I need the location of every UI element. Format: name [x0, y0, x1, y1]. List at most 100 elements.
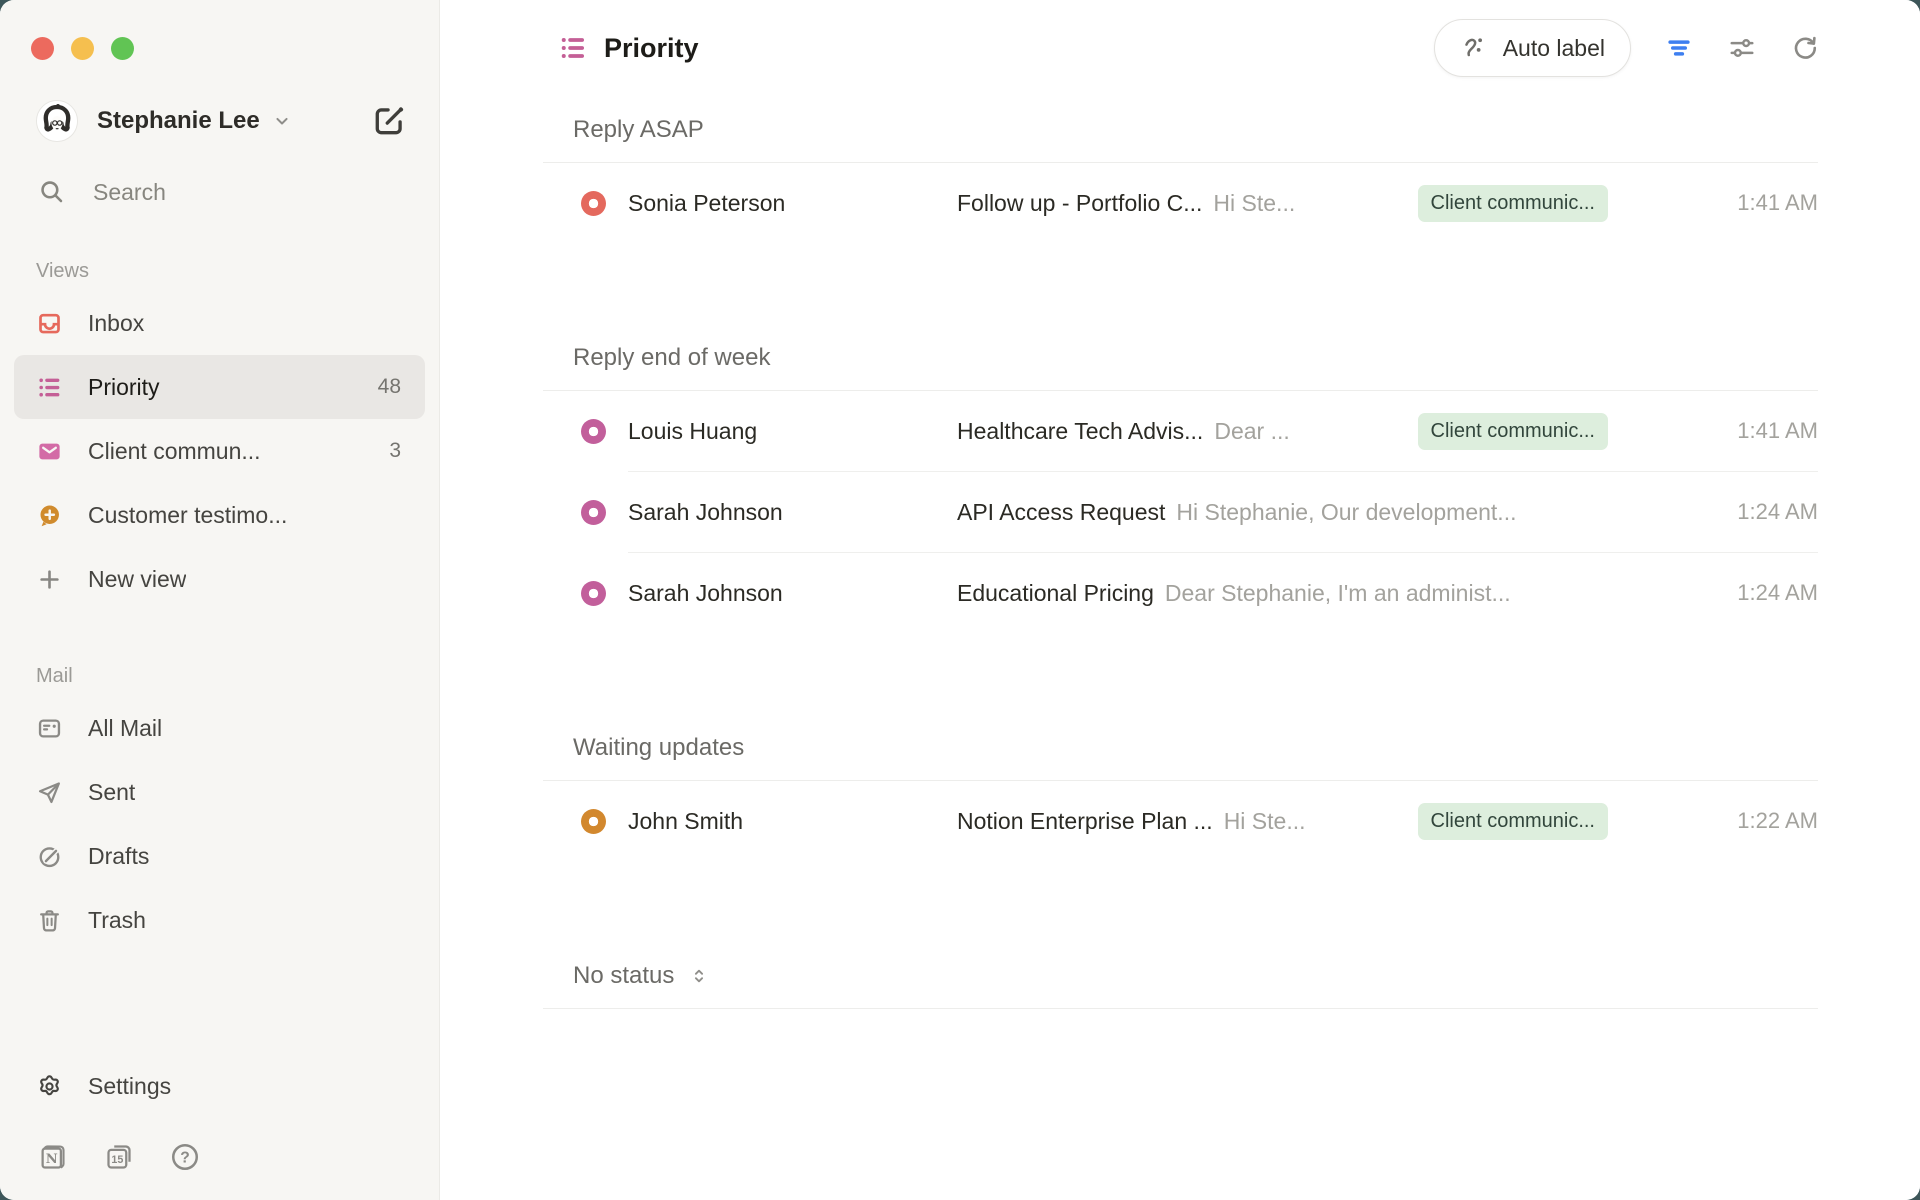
chat-plus-icon — [36, 502, 63, 529]
tune-icon[interactable] — [1727, 33, 1757, 63]
email-row[interactable]: Louis HuangHealthcare Tech Advis...Dear … — [543, 391, 1818, 471]
email-subject: Educational Pricing — [957, 580, 1154, 607]
svg-text:N: N — [46, 1152, 58, 1167]
email-list: Reply ASAP Sonia PetersonFollow up - Port… — [440, 78, 1920, 1009]
sidebar-item-all-mail[interactable]: All Mail — [14, 696, 425, 760]
minimize-window-button[interactable] — [71, 37, 94, 60]
email-sender: Louis Huang — [628, 418, 957, 445]
inbox-icon — [36, 310, 63, 337]
section-label-mail: Mail — [36, 665, 439, 688]
refresh-icon[interactable] — [1790, 33, 1820, 63]
updown-chevron-icon — [688, 965, 710, 987]
email-time: 1:24 AM — [1608, 499, 1818, 525]
status-dot-icon — [581, 419, 606, 444]
email-time: 1:41 AM — [1608, 190, 1818, 216]
mail-section-reply-asap: Reply ASAP Sonia PetersonFollow up - Port… — [543, 110, 1818, 243]
email-subject-snippet: Follow up - Portfolio C...Hi Ste... — [957, 190, 1418, 217]
notion-logo-icon[interactable]: N — [38, 1142, 68, 1172]
account-switcher[interactable]: Stephanie Lee — [36, 100, 419, 142]
mail-section-waiting-updates: Waiting updates John SmithNotion Enterpri… — [543, 728, 1818, 861]
email-row[interactable]: Sonia PetersonFollow up - Portfolio C...… — [543, 163, 1818, 243]
mail-section-title: Reply end of week — [573, 344, 770, 372]
section-label-views: Views — [36, 260, 439, 283]
email-snippet: Hi Ste... — [1213, 190, 1295, 217]
status-dot-icon — [581, 581, 606, 606]
close-window-button[interactable] — [31, 37, 54, 60]
email-snippet: Hi Stephanie, Our development... — [1176, 499, 1516, 526]
mail-section-header: Reply end of week — [543, 338, 1818, 378]
status-dot-icon — [581, 500, 606, 525]
status-dot-icon — [581, 809, 606, 834]
plus-icon — [36, 566, 63, 593]
sidebar-item-priority[interactable]: Priority 48 — [14, 355, 425, 419]
send-icon — [36, 779, 63, 806]
label-chip[interactable]: Client communic... — [1418, 413, 1609, 450]
email-row[interactable]: Sarah JohnsonEducational PricingDear Ste… — [543, 553, 1818, 633]
sidebar-item-label: Sent — [88, 779, 135, 806]
settings-label: Settings — [88, 1073, 171, 1100]
priority-list-icon — [36, 374, 63, 401]
mail-section-title: Reply ASAP — [573, 116, 704, 144]
label-chip[interactable]: Client communic... — [1418, 185, 1609, 222]
unread-count-badge: 48 — [378, 375, 401, 399]
mail-section-title: No status — [573, 962, 674, 990]
mail-section-header: Reply ASAP — [543, 110, 1818, 150]
email-row[interactable]: Sarah JohnsonAPI Access Request Hi Stepha… — [543, 472, 1818, 552]
email-subject: API Access Request — [957, 499, 1165, 526]
avatar — [36, 100, 78, 142]
email-time: 1:22 AM — [1608, 808, 1818, 834]
zoom-window-button[interactable] — [111, 37, 134, 60]
sidebar-item-label: All Mail — [88, 715, 162, 742]
sidebar-item-label: Trash — [88, 907, 146, 934]
calendar-icon[interactable]: 15 — [104, 1142, 134, 1172]
unread-count-badge: 3 — [389, 439, 401, 463]
sidebar-item-inbox[interactable]: Inbox — [14, 291, 425, 355]
email-subject-snippet: Healthcare Tech Advis...Dear ... — [957, 418, 1418, 445]
sidebar-item-settings[interactable]: Settings — [14, 1054, 425, 1118]
compose-icon[interactable] — [370, 102, 408, 140]
sidebar-footer: N 15 ? — [38, 1142, 399, 1200]
email-row[interactable]: John SmithNotion Enterprise Plan ... Hi S… — [543, 781, 1818, 861]
email-snippet: Dear ... — [1214, 418, 1289, 445]
status-dot-cell — [543, 500, 628, 525]
email-time: 1:24 AM — [1608, 580, 1818, 606]
mail-section-reply-end-of-week: Reply end of week Louis HuangHealthcare T… — [543, 338, 1818, 633]
all-mail-icon — [36, 715, 63, 742]
section-divider — [543, 1008, 1818, 1009]
label-chip[interactable]: Client communic... — [1418, 803, 1609, 840]
email-subject-snippet: Notion Enterprise Plan ... Hi Ste... — [957, 808, 1418, 835]
search-icon — [38, 178, 66, 206]
gear-icon — [36, 1073, 63, 1100]
sidebar-item-label: Drafts — [88, 843, 149, 870]
status-dot-cell — [543, 809, 628, 834]
envelope-icon — [36, 438, 63, 465]
search-input[interactable]: Search — [38, 178, 419, 206]
filter-icon[interactable] — [1664, 33, 1694, 63]
sidebar-item-label: Priority — [88, 374, 160, 401]
sidebar-item-drafts[interactable]: Drafts — [14, 824, 425, 888]
mail-section-title: Waiting updates — [573, 734, 744, 762]
auto-label-button-label: Auto label — [1503, 35, 1605, 62]
sidebar-item-trash[interactable]: Trash — [14, 888, 425, 952]
svg-text:?: ? — [180, 1149, 190, 1166]
email-sender: Sarah Johnson — [628, 580, 957, 607]
sidebar: Stephanie Lee Search Views Inbox Priority 4… — [0, 0, 440, 1200]
sidebar-item-new-view[interactable]: New view — [14, 547, 425, 611]
mail-section-header[interactable]: No status — [543, 956, 1818, 996]
app-window: Stephanie Lee Search Views Inbox Priority 4… — [0, 0, 1920, 1200]
main-panel: Priority Auto label Reply — [440, 0, 1920, 1200]
sidebar-item-label: Client commun... — [88, 438, 261, 465]
auto-label-button[interactable]: Auto label — [1434, 19, 1631, 77]
email-subject: Notion Enterprise Plan ... — [957, 808, 1213, 835]
email-sender: Sarah Johnson — [628, 499, 957, 526]
sidebar-item-customer-testimo[interactable]: Customer testimo... — [14, 483, 425, 547]
sidebar-item-client-commun[interactable]: Client commun... 3 — [14, 419, 425, 483]
sidebar-item-sent[interactable]: Sent — [14, 760, 425, 824]
help-icon[interactable]: ? — [170, 1142, 200, 1172]
sidebar-spacer — [0, 952, 439, 1054]
email-sender: John Smith — [628, 808, 957, 835]
sidebar-item-label: Customer testimo... — [88, 502, 287, 529]
search-placeholder: Search — [93, 179, 166, 206]
email-snippet: Hi Ste... — [1224, 808, 1306, 835]
status-dot-cell — [543, 191, 628, 216]
